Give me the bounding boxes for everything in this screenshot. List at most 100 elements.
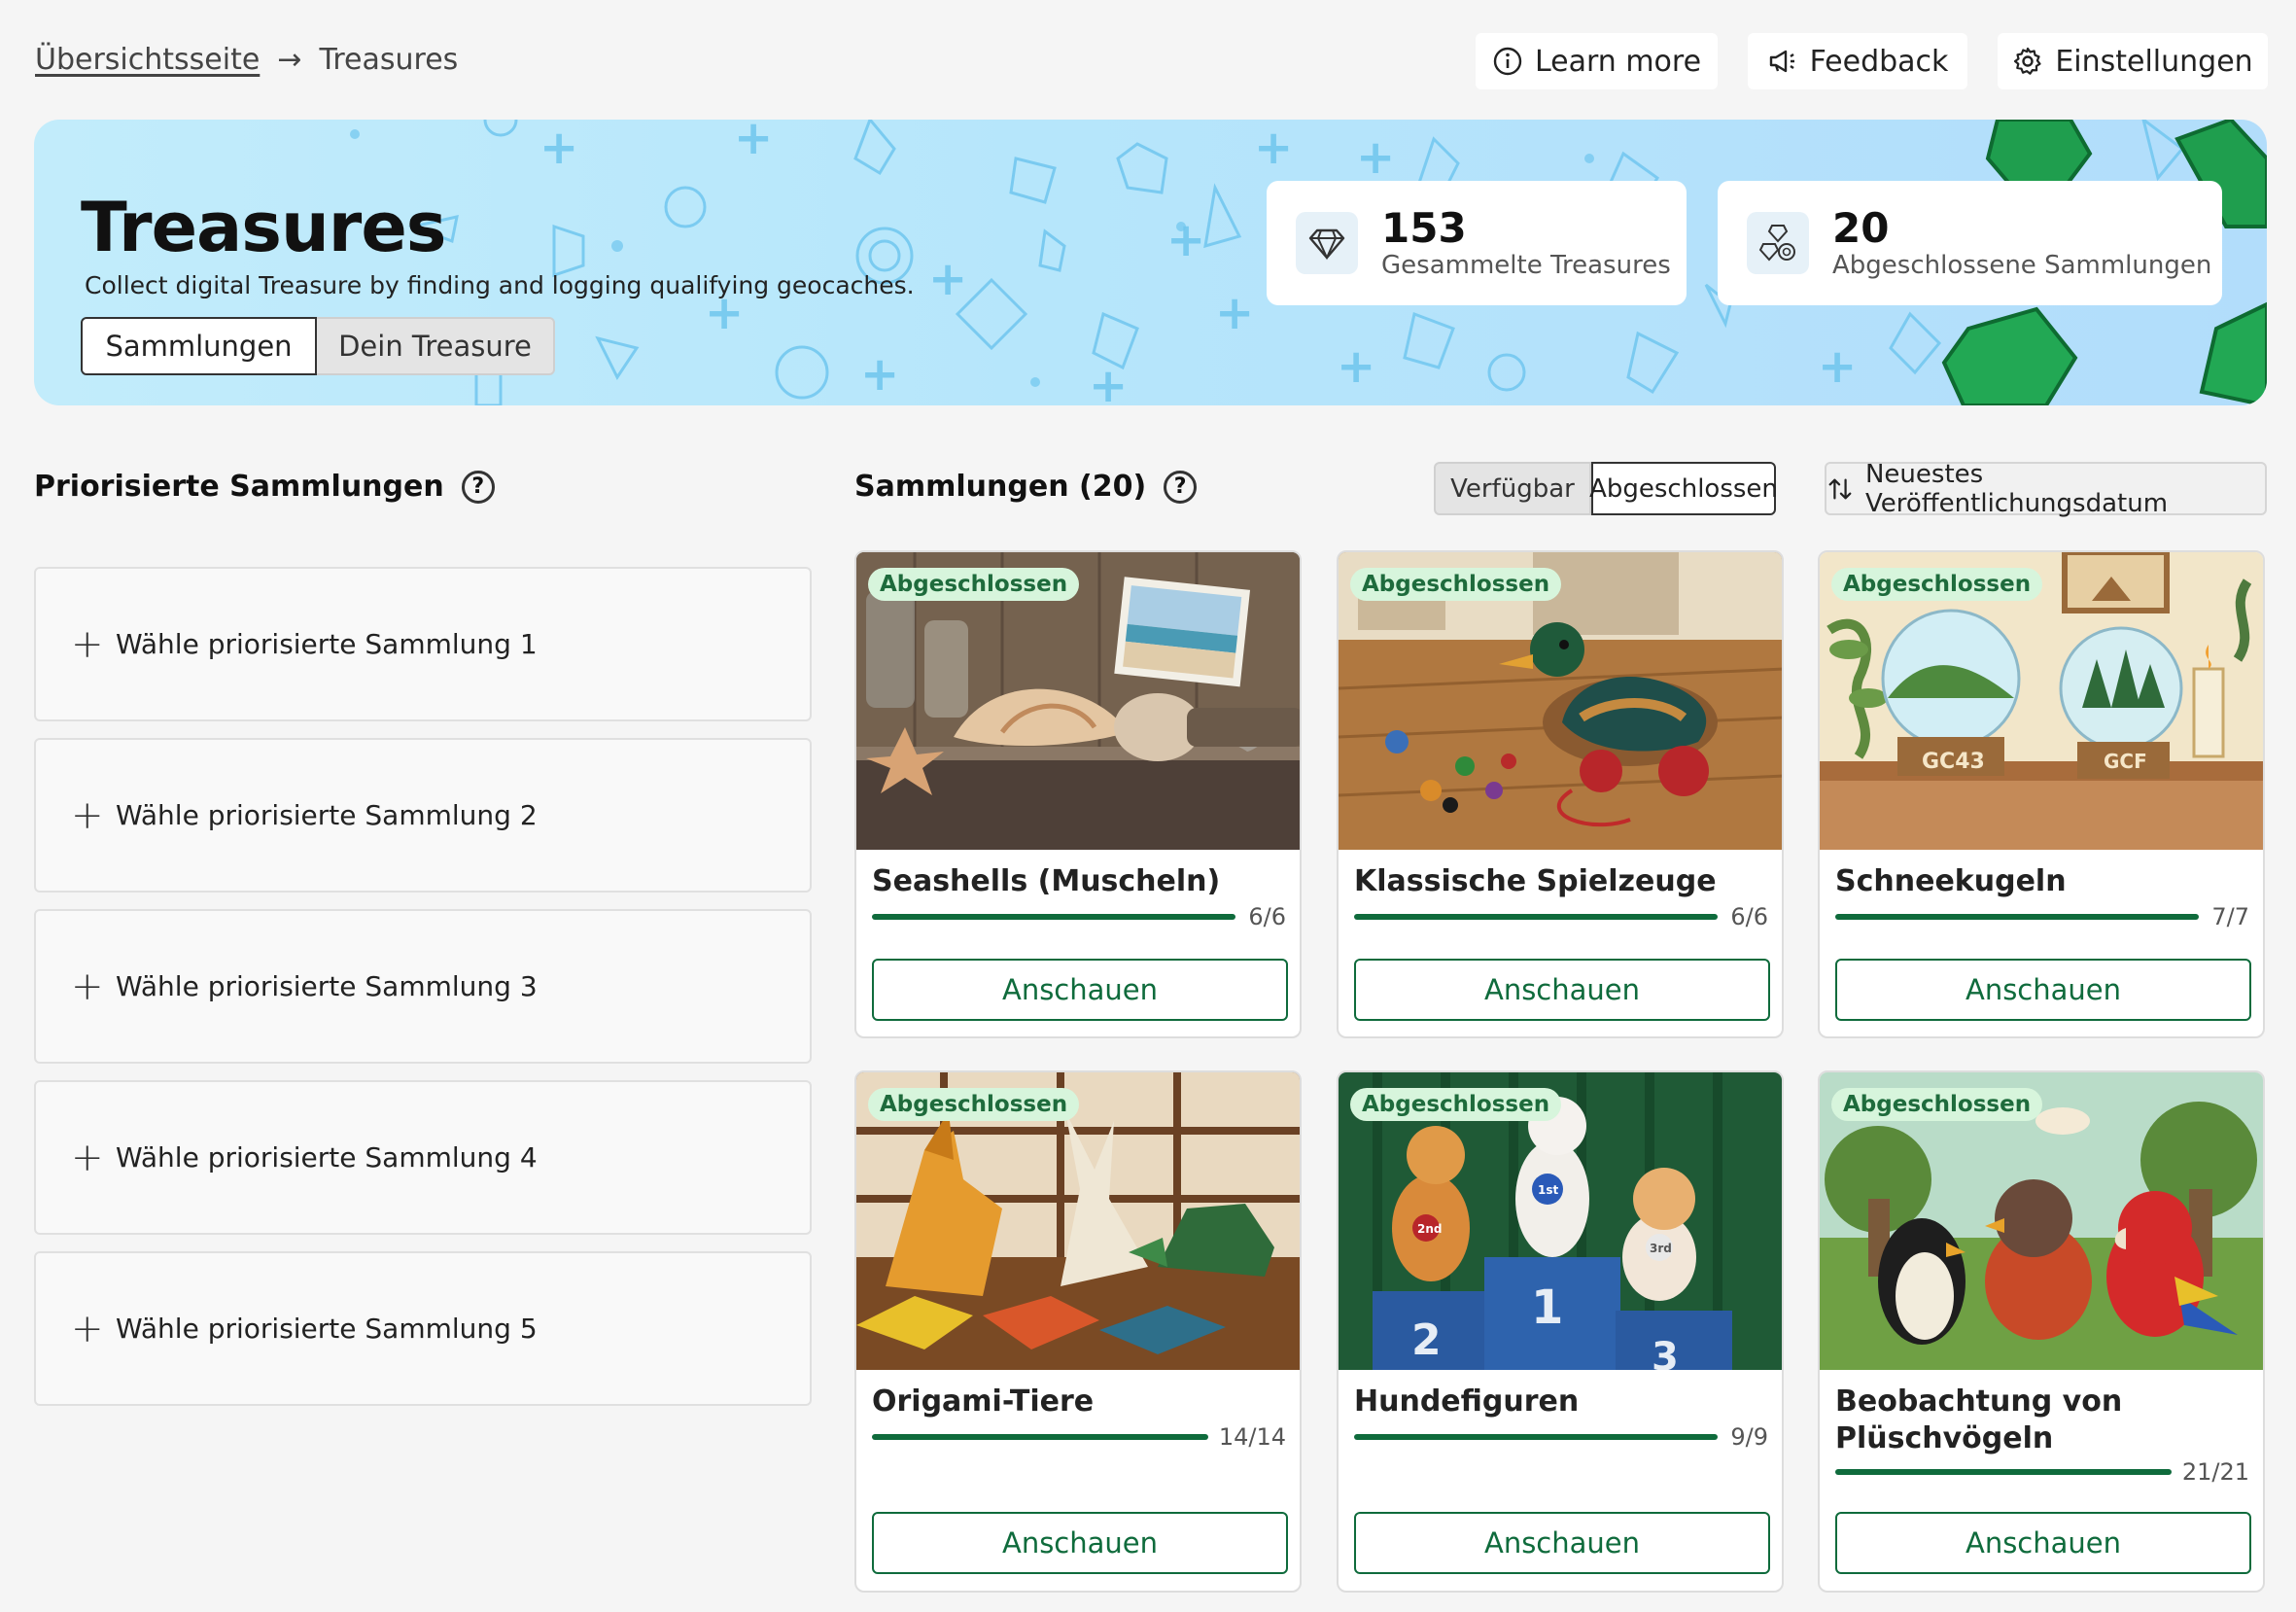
settings-button[interactable]: Einstellungen: [1998, 33, 2268, 89]
page-subtitle: Collect digital Treasure by finding and …: [85, 271, 915, 299]
feedback-button[interactable]: Feedback: [1748, 33, 1967, 89]
breadcrumb-home-link[interactable]: Übersichtsseite: [35, 43, 260, 77]
megaphone-icon: [1769, 50, 1794, 73]
collection-image-seashells: Abgeschlossen: [856, 552, 1300, 850]
svg-text:+: +: [1254, 121, 1293, 175]
filter-abgeschlossen[interactable]: Abgeschlossen: [1589, 462, 1778, 515]
svg-text:+: +: [1089, 359, 1128, 405]
priority-title: Priorisierte Sammlungen: [34, 470, 444, 504]
progress-bar: [1354, 1434, 1718, 1440]
svg-text:+: +: [1818, 339, 1857, 394]
view-toggle: Sammlungen Dein Treasure: [81, 317, 555, 375]
priority-slot[interactable]: + Wähle priorisierte Sammlung 1: [34, 567, 812, 721]
globe-label: GC43: [1922, 750, 1985, 774]
collection-card: Abgeschlossen Seashells (Muscheln) 6/6 A…: [854, 550, 1302, 1038]
status-badge: Abgeschlossen: [1831, 1088, 2043, 1121]
priority-slot[interactable]: + Wähle priorisierte Sammlung 4: [34, 1080, 812, 1235]
collection-image-plush-birds: Abgeschlossen: [1820, 1072, 2263, 1370]
breadcrumb-separator: →: [277, 43, 302, 77]
svg-text:+: +: [1166, 213, 1205, 267]
progress-count: 6/6: [1248, 903, 1286, 930]
collection-image-dogs: 2 1 3 2nd 1st 3rd Abgeschlossen: [1339, 1072, 1782, 1370]
svg-text:+: +: [1337, 339, 1375, 394]
priority-slot[interactable]: + Wähle priorisierte Sammlung 2: [34, 738, 812, 893]
collection-image-snowglobes: GC43 GCF Abgeschlossen: [1820, 552, 2263, 850]
collection-name: Seashells (Muscheln): [872, 864, 1221, 898]
plus-icon: +: [71, 1306, 104, 1351]
collection-name: Klassische Spielzeuge: [1354, 864, 1717, 898]
priority-slot[interactable]: + Wähle priorisierte Sammlung 5: [34, 1251, 812, 1406]
stat-completed-collections: 20 Abgeschlossene Sammlungen: [1718, 181, 2222, 305]
priority-slot[interactable]: + Wähle priorisierte Sammlung 3: [34, 909, 812, 1064]
collection-card: Abgeschlossen Klassische Spielzeuge 6/6 …: [1337, 550, 1784, 1038]
collection-name: Schneekugeln: [1835, 864, 2067, 898]
progress-count: 7/7: [2211, 903, 2249, 930]
podium-number: 1: [1531, 1280, 1563, 1335]
ribbon-label: 3rd: [1650, 1242, 1672, 1255]
page-title: Treasures: [81, 188, 446, 267]
globe-label: GCF: [2104, 750, 2147, 773]
progress-bar: [1354, 914, 1718, 920]
podium-number: 2: [1411, 1315, 1442, 1365]
gear-icon: [2014, 47, 2041, 75]
collection-card: 2 1 3 2nd 1st 3rd Abgeschlossen Hundefig…: [1337, 1070, 1784, 1593]
status-badge: Abgeschlossen: [868, 1088, 1080, 1121]
plus-icon: +: [71, 792, 104, 838]
gem-icon: [1296, 212, 1358, 274]
status-badge: Abgeschlossen: [1831, 568, 2043, 601]
view-button[interactable]: Anschauen: [872, 959, 1288, 1021]
collection-card: GC43 GCF Abgeschlossen Schneekugeln 7/7 …: [1818, 550, 2265, 1038]
stat-collected-treasures: 153 Gesammelte Treasures: [1267, 181, 1687, 305]
hero-banner: +++ +++ +++ +++ ++ Treasures Collect dig…: [34, 120, 2267, 405]
collection-image-toys: Abgeschlossen: [1339, 552, 1782, 850]
progress-count: 6/6: [1730, 903, 1768, 930]
collection-card: Abgeschlossen Origami-Tiere 14/14 Anscha…: [854, 1070, 1302, 1593]
gems-cluster-icon: [1747, 212, 1809, 274]
collection-name: Origami-Tiere: [872, 1384, 1095, 1419]
svg-text:+: +: [734, 120, 773, 165]
collection-name: Beobachtung von Plüschvögeln: [1835, 1384, 2123, 1455]
podium-number: 3: [1652, 1335, 1679, 1370]
filter-verfuegbar[interactable]: Verfügbar: [1434, 462, 1591, 515]
sort-arrows-icon: [1828, 478, 1852, 499]
priority-section-header: Priorisierte Sammlungen ?: [34, 470, 495, 504]
progress-bar: [872, 1434, 1208, 1440]
collection-card: Abgeschlossen Beobachtung von Plüschvöge…: [1818, 1070, 2265, 1593]
view-button[interactable]: Anschauen: [1835, 959, 2251, 1021]
breadcrumb-current: Treasures: [319, 43, 459, 77]
svg-text:+: +: [1215, 286, 1254, 340]
collections-title: Sammlungen (20): [854, 470, 1147, 504]
progress-bar: [872, 914, 1235, 920]
info-icon: [1493, 47, 1522, 76]
plus-icon: +: [71, 964, 104, 1009]
view-button[interactable]: Anschauen: [1354, 959, 1770, 1021]
view-button[interactable]: Anschauen: [1835, 1512, 2251, 1574]
svg-text:+: +: [539, 121, 578, 175]
svg-text:+: +: [928, 252, 967, 306]
collection-image-origami: Abgeschlossen: [856, 1072, 1300, 1370]
progress-count: 9/9: [1730, 1423, 1768, 1451]
tab-sammlungen[interactable]: Sammlungen: [81, 317, 317, 375]
learn-more-button[interactable]: Learn more: [1476, 33, 1718, 89]
help-icon[interactable]: ?: [1164, 470, 1198, 504]
status-badge: Abgeschlossen: [1350, 568, 1562, 601]
tab-dein-treasure[interactable]: Dein Treasure: [317, 317, 555, 375]
ribbon-label: 2nd: [1417, 1222, 1442, 1236]
sort-button[interactable]: Neuestes Veröffentlichungsdatum: [1825, 460, 2267, 518]
progress-count: 21/21: [2181, 1458, 2249, 1486]
progress-bar: [1835, 1469, 2172, 1475]
svg-text:+: +: [1356, 130, 1395, 185]
status-filter: Verfügbar Abgeschlossen: [1434, 462, 1778, 515]
view-button[interactable]: Anschauen: [872, 1512, 1288, 1574]
ribbon-label: 1st: [1538, 1183, 1558, 1197]
progress-bar: [1835, 914, 2199, 920]
plus-icon: +: [71, 621, 104, 667]
progress-count: 14/14: [1218, 1423, 1286, 1451]
status-badge: Abgeschlossen: [868, 568, 1080, 601]
help-icon[interactable]: ?: [461, 470, 495, 504]
collection-name: Hundefiguren: [1354, 1384, 1580, 1419]
collections-section-header: Sammlungen (20) ?: [854, 470, 1198, 504]
svg-text:+: +: [860, 347, 899, 402]
view-button[interactable]: Anschauen: [1354, 1512, 1770, 1574]
status-badge: Abgeschlossen: [1350, 1088, 1562, 1121]
